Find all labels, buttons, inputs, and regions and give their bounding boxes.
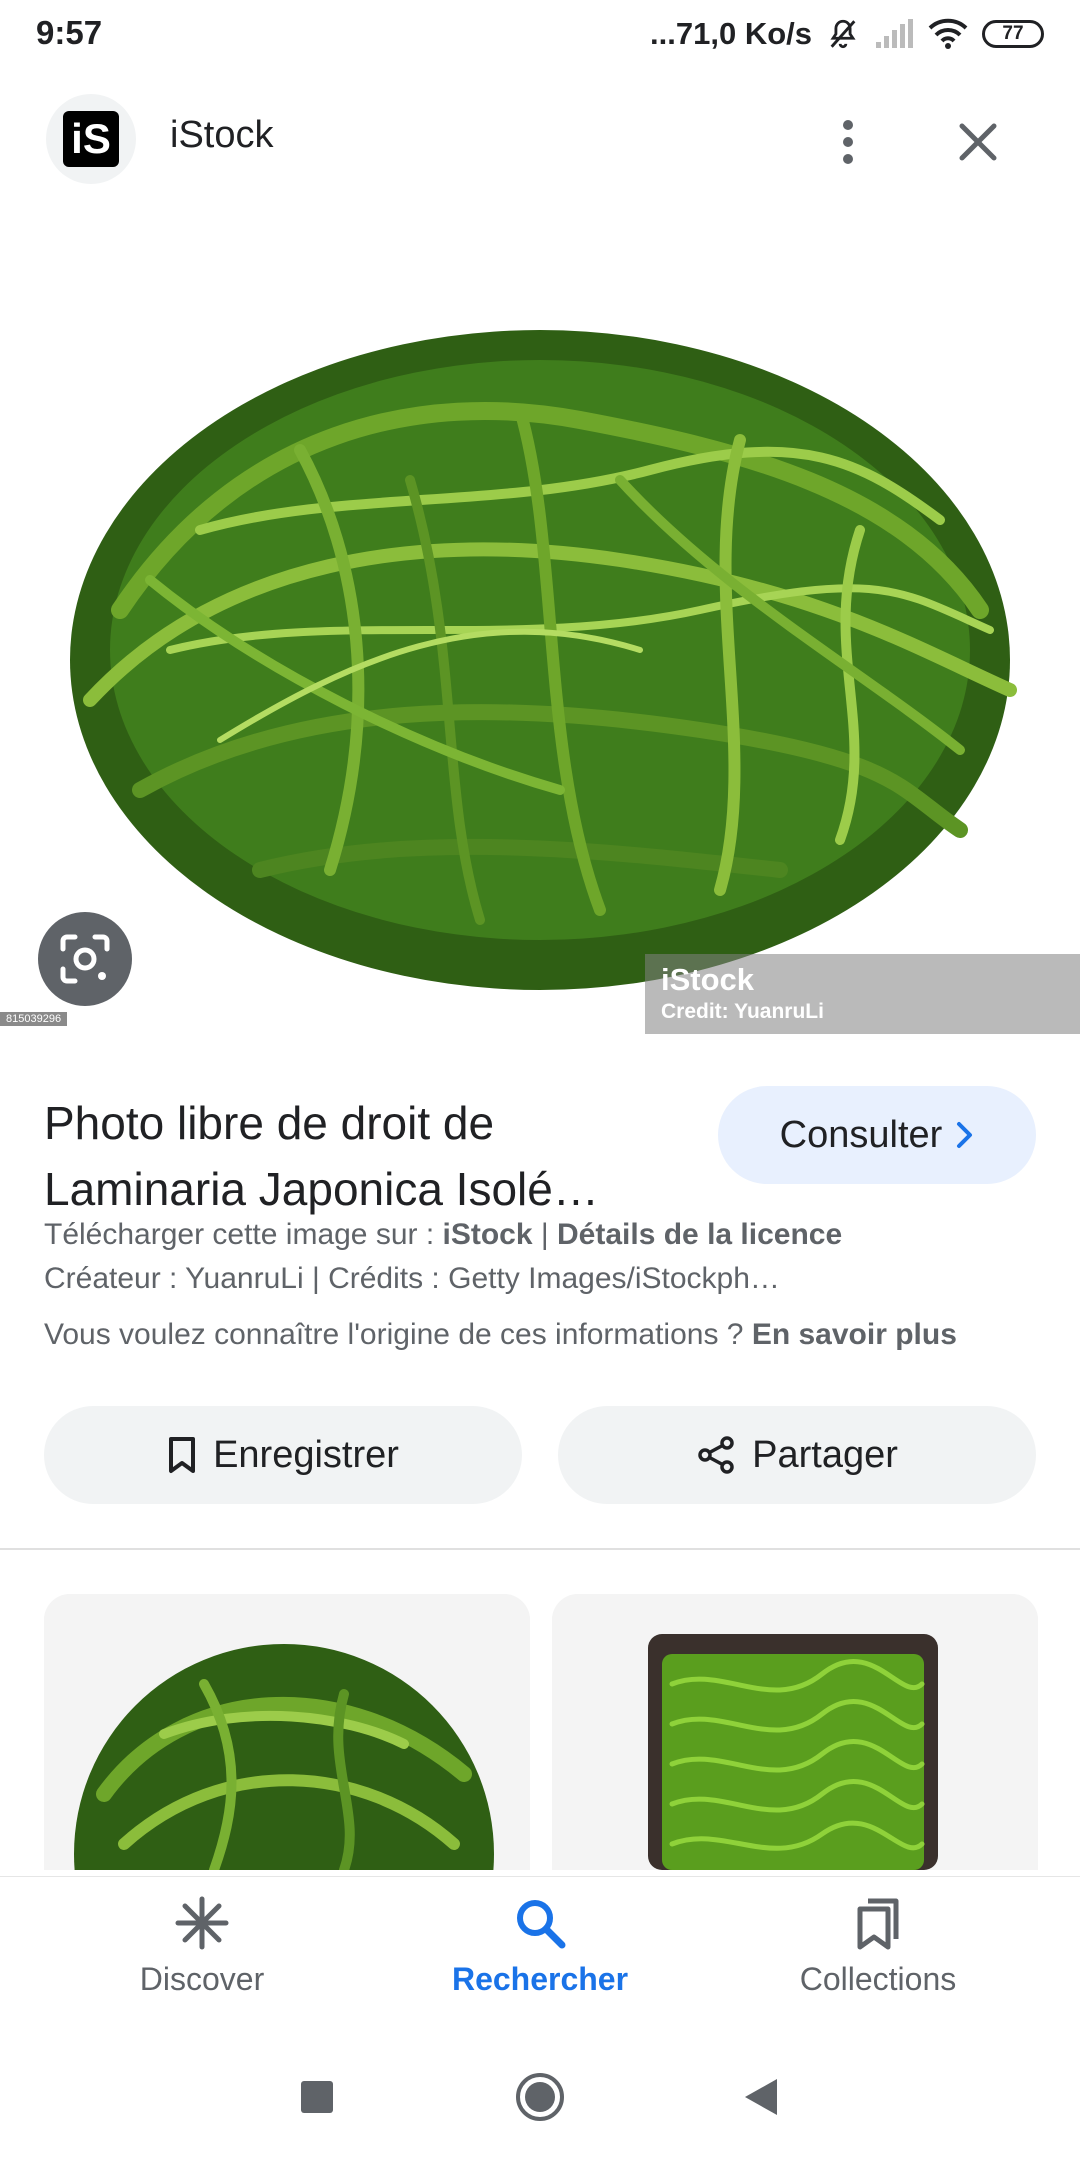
google-lens-button[interactable]: [38, 912, 132, 1006]
origin-line: Vous voulez connaître l'origine de ces i…: [44, 1318, 957, 1352]
search-icon: [517, 1900, 566, 1949]
seaweed-salad-thumbnail: [552, 1594, 1038, 1870]
recents-button[interactable]: [282, 2062, 352, 2132]
download-site-link[interactable]: iStock: [443, 1218, 533, 1251]
battery-indicator: 77: [982, 20, 1044, 48]
consult-label: Consulter: [779, 1113, 943, 1156]
watermark-credit: Credit: YuanruLi: [661, 1000, 824, 1023]
nav-search-label: Rechercher: [451, 1961, 629, 1997]
seaweed-illustration: [70, 330, 1017, 990]
seaweed-thumbnail: [44, 1594, 530, 1870]
nav-collections-label: Collections: [799, 1961, 957, 1997]
home-circle-icon: [516, 2073, 564, 2121]
more-options-button[interactable]: [820, 104, 876, 180]
collections-icon: [857, 1898, 899, 1950]
download-prefix: Télécharger cette image sur :: [44, 1218, 443, 1251]
creator-line: Créateur : YuanruLi | Crédits : Getty Im…: [44, 1262, 780, 1295]
signal-icon: [876, 19, 913, 48]
share-button[interactable]: Partager: [558, 1406, 1036, 1504]
divider: [0, 1548, 1080, 1550]
close-icon: [959, 123, 997, 161]
asterisk-icon: [175, 1896, 229, 1950]
hero-image[interactable]: iStock Credit: YuanruLi: [0, 230, 1080, 1034]
system-navigation-bar: [0, 2030, 1080, 2160]
square-icon: [301, 2081, 333, 2113]
chevron-right-icon: [957, 1122, 973, 1148]
more-vert-icon: [843, 120, 853, 164]
bottom-navigation: Discover Rechercher Collections: [0, 1876, 1080, 2031]
related-image-card[interactable]: [44, 1594, 530, 1870]
bookmark-icon: [169, 1437, 196, 1473]
back-button[interactable]: [726, 2062, 796, 2132]
status-bar: 9:57 ...71,0 Ko/s 77: [0, 0, 1080, 66]
image-id-label: 815039296: [0, 1012, 68, 1026]
save-button[interactable]: Enregistrer: [44, 1406, 522, 1504]
status-icons: ...71,0 Ko/s 77: [650, 12, 1044, 56]
site-logo[interactable]: iS: [46, 94, 136, 184]
network-speed: ...71,0 Ko/s: [650, 16, 812, 51]
lens-icon: [60, 934, 110, 984]
wifi-icon: [928, 18, 968, 49]
istock-logo-icon: iS: [63, 111, 119, 167]
site-name[interactable]: iStock: [170, 114, 273, 157]
watermark-overlay: iStock Credit: YuanruLi: [645, 954, 1080, 1034]
share-icon: [698, 1436, 734, 1474]
download-line: Télécharger cette image sur : iStock | D…: [44, 1218, 842, 1252]
status-time: 9:57: [36, 14, 103, 51]
image-title: Photo libre de droit de Laminaria Japoni…: [44, 1097, 599, 1215]
license-details-link[interactable]: Détails de la licence: [557, 1218, 842, 1251]
related-image-card[interactable]: [552, 1594, 1038, 1870]
consult-button[interactable]: Consulter: [718, 1086, 1036, 1184]
nav-collections[interactable]: Collections: [748, 1895, 1008, 2015]
source-header: iS iStock: [0, 86, 1080, 196]
mute-bell-icon: [830, 19, 856, 49]
origin-question: Vous voulez connaître l'origine de ces i…: [44, 1318, 752, 1351]
save-label: Enregistrer: [213, 1433, 399, 1476]
share-label: Partager: [752, 1433, 898, 1476]
watermark-title: iStock: [661, 962, 755, 997]
separator: |: [532, 1218, 558, 1251]
nav-discover-label: Discover: [139, 1961, 265, 1997]
close-button[interactable]: [946, 110, 1010, 174]
home-button[interactable]: [505, 2062, 575, 2132]
back-triangle-icon: [745, 2079, 777, 2115]
nav-discover[interactable]: Discover: [72, 1895, 332, 2015]
learn-more-link[interactable]: En savoir plus: [752, 1318, 957, 1351]
nav-search[interactable]: Rechercher: [410, 1895, 670, 2015]
